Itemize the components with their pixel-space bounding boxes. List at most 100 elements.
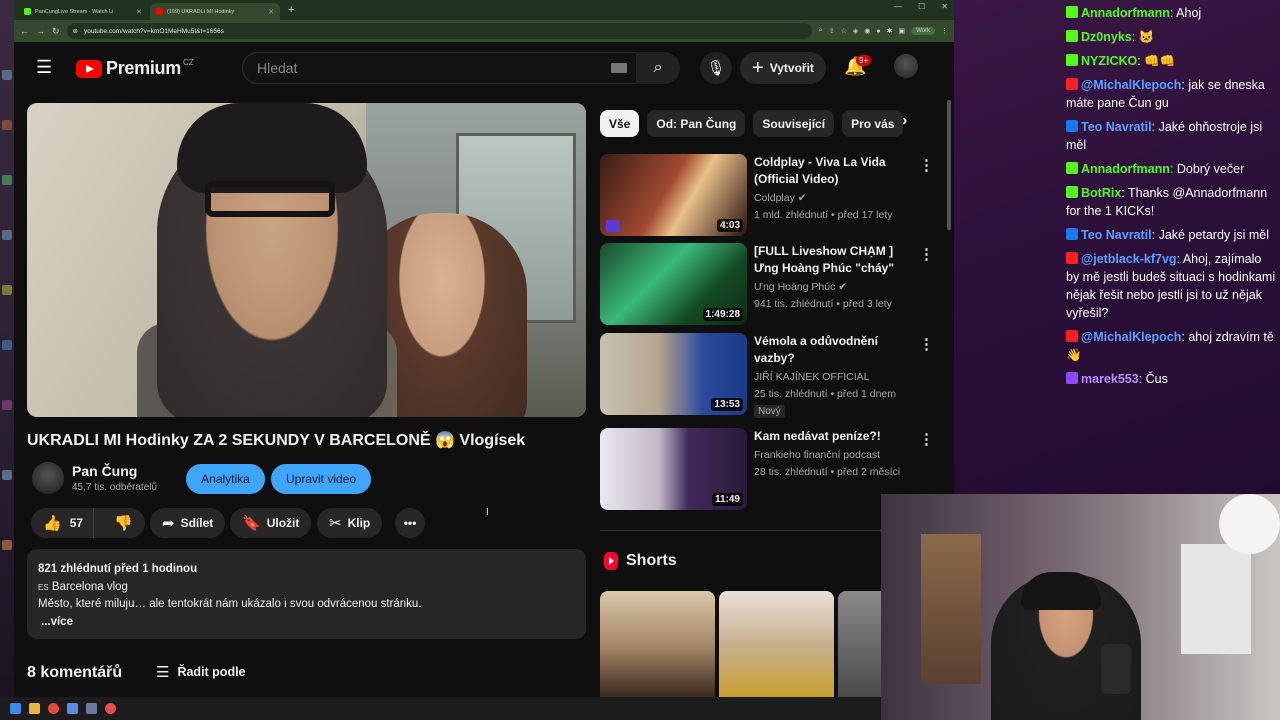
search-icon: ⌕	[653, 59, 663, 76]
video-thumbnail[interactable]: 13:53	[600, 333, 747, 415]
browser-tab-youtube[interactable]: (109) UKRADLI MI Hodinky ✕	[150, 3, 280, 20]
menu-kebab-icon[interactable]: ⋮	[941, 27, 948, 35]
more-vertical-icon[interactable]: ⋮	[919, 156, 934, 174]
back-icon[interactable]: ←	[20, 26, 29, 36]
site-info-icon[interactable]: ⊜	[73, 27, 78, 35]
desktop-shortcut-icon[interactable]	[2, 470, 12, 480]
video-thumbnail[interactable]: 11:49	[600, 428, 747, 510]
hamburger-menu-icon[interactable]: ☰	[36, 58, 54, 76]
chip-from-channel[interactable]: Od: Pan Čung	[647, 110, 746, 137]
sidebar-icon[interactable]: ▣	[898, 27, 905, 35]
channel-name[interactable]: Pan Čung	[72, 463, 137, 479]
recommended-video[interactable]: 13:53 Vémola a odůvodnění vazby? JIŘÍ KA…	[600, 333, 940, 418]
location-line: ES Barcelona vlog	[38, 579, 575, 597]
desktop-shortcut-icon[interactable]	[2, 230, 12, 240]
chrome-icon[interactable]	[48, 703, 59, 714]
voice-search-button[interactable]: 🎙	[700, 52, 732, 84]
channel-name[interactable]: Ưng Hoàng Phúc	[754, 281, 835, 293]
short-thumbnail[interactable]	[600, 591, 715, 697]
url-field[interactable]: ⊜ youtube.com/watch?v=kmO1MeHMu5I&t=1656…	[66, 23, 812, 39]
extension-icon[interactable]: ◉	[864, 27, 870, 35]
create-label: Vytvořit	[769, 61, 814, 75]
desktop-shortcut-icon[interactable]	[2, 285, 12, 295]
chevron-right-icon[interactable]: ›	[902, 112, 907, 130]
keyboard-icon[interactable]	[611, 63, 627, 73]
puzzle-icon[interactable]: ✱	[887, 27, 893, 35]
desktop-shortcut-icon[interactable]	[2, 540, 12, 550]
recommended-video[interactable]: 1:49:28 [FULL Liveshow CHẠM ] Ưng Hoàng …	[600, 243, 940, 327]
like-count: 57	[69, 516, 84, 530]
account-avatar[interactable]	[894, 54, 918, 78]
profile-button[interactable]: Work	[911, 27, 935, 35]
extension-icon[interactable]: ◈	[853, 27, 858, 35]
search-button[interactable]: ⌕	[636, 52, 680, 84]
facebook-icon	[1066, 228, 1078, 240]
clip-button[interactable]: ✂ Klip	[317, 508, 383, 538]
close-tab-icon[interactable]: ✕	[136, 8, 142, 16]
desktop-shortcut-icon[interactable]	[2, 120, 12, 130]
chip-for-you[interactable]: Pro vás	[842, 110, 904, 137]
dislike-button[interactable]: 👎	[100, 514, 147, 532]
microphone-icon: 🎙	[706, 60, 726, 77]
description-box[interactable]: 821 zhlédnutí před 1 hodinou ES Barcelon…	[27, 549, 586, 639]
file-explorer-icon[interactable]	[29, 703, 40, 714]
share-icon[interactable]: ⇪	[829, 27, 835, 35]
short-thumbnail[interactable]	[719, 591, 834, 697]
recommended-video[interactable]: 4:03 Coldplay - Viva La Vida (Official V…	[600, 154, 940, 238]
share-button[interactable]: ➦ Sdílet	[150, 508, 226, 538]
new-tab-button[interactable]: +	[282, 4, 300, 16]
desktop-shortcut-icon[interactable]	[2, 175, 12, 185]
video-frame-glasses	[205, 181, 335, 217]
steam-icon[interactable]	[86, 703, 97, 714]
create-button[interactable]: + Vytvořit	[740, 52, 826, 84]
desktop-shortcut-icon[interactable]	[2, 340, 12, 350]
more-vertical-icon[interactable]: ⋮	[919, 245, 934, 263]
channel-name[interactable]: Frankieho finanční podcast	[754, 449, 880, 461]
youtube-play-icon	[76, 59, 102, 78]
sort-comments-button[interactable]: ☰ Řadit podle	[156, 663, 246, 681]
reload-icon[interactable]: ↻	[52, 26, 60, 37]
chat-user: @jetblack-kf7vg	[1081, 252, 1177, 266]
youtube-logo[interactable]: Premium CZ	[76, 58, 194, 79]
chip-all[interactable]: Vše	[600, 110, 640, 137]
kick-icon	[1066, 162, 1078, 174]
more-vertical-icon[interactable]: ⋮	[919, 335, 934, 353]
close-tab-icon[interactable]: ✕	[268, 8, 274, 16]
video-player[interactable]	[27, 103, 586, 417]
show-more-link[interactable]: ...více	[41, 614, 575, 632]
chip-related[interactable]: Související	[753, 110, 835, 137]
save-button[interactable]: 🔖 Uložit	[230, 508, 312, 538]
edit-video-button[interactable]: Upravit video	[271, 464, 371, 494]
video-thumbnail[interactable]: 4:03	[600, 154, 747, 236]
channel-name[interactable]: JIŘÍ KAJÍNEK OFFICIAL	[754, 371, 870, 383]
app-icon[interactable]	[67, 703, 78, 714]
page-scrollbar[interactable]	[947, 100, 951, 230]
new-badge: Nový	[754, 405, 785, 418]
desktop-shortcut-icon[interactable]	[2, 70, 12, 80]
like-button[interactable]: 👍 57	[31, 508, 95, 538]
close-window-icon[interactable]: ✕	[941, 2, 948, 11]
mouse-cursor-icon: I	[486, 507, 489, 518]
chat-message: marek553: Čus	[1066, 370, 1276, 388]
video-thumbnail[interactable]: 1:49:28	[600, 243, 747, 325]
app-icon[interactable]	[105, 703, 116, 714]
more-actions-button[interactable]: •••	[395, 508, 425, 538]
channel-name[interactable]: Coldplay	[754, 192, 795, 204]
more-vertical-icon[interactable]: ⋮	[919, 430, 934, 448]
browser-tab-kick[interactable]: PanCungLive Stream - Watch Li ✕	[18, 3, 148, 20]
maximize-icon[interactable]: ☐	[918, 2, 925, 11]
windows-start-icon[interactable]	[10, 703, 21, 714]
channel-avatar[interactable]	[32, 462, 64, 494]
search-input[interactable]: Hledat	[242, 52, 640, 84]
extension-icons: ⌕ ⇪ ☆ ◈ ◉ ● ✱ ▣ Work ⋮	[819, 27, 948, 35]
video-meta: 25 tis. zhlédnutí • před 1 dnem	[754, 388, 897, 400]
chat-text: Jaké petardy jsi měl	[1158, 228, 1270, 242]
shorts-label: Shorts	[626, 552, 677, 569]
desktop-shortcut-icon[interactable]	[2, 400, 12, 410]
forward-icon[interactable]: →	[36, 26, 45, 36]
bookmark-star-icon[interactable]: ☆	[841, 27, 847, 35]
search-page-icon[interactable]: ⌕	[819, 27, 823, 35]
extension-icon[interactable]: ●	[876, 28, 880, 35]
minimize-icon[interactable]: —	[894, 2, 902, 11]
analytics-button[interactable]: Analytika	[186, 464, 265, 494]
